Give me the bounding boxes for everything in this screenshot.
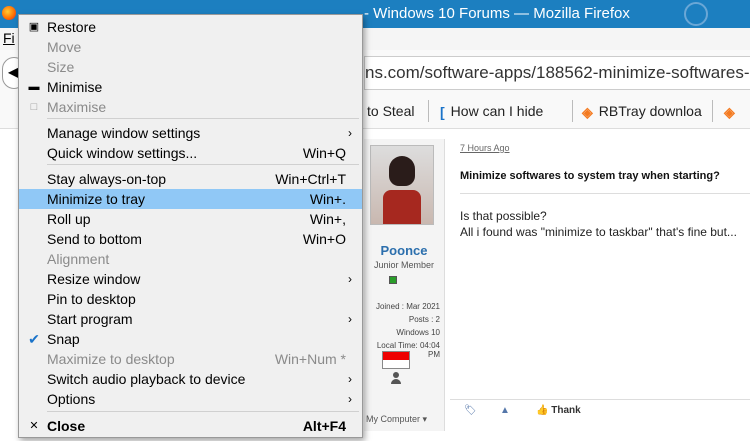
menu-item-maximise: □ Maximise bbox=[19, 97, 362, 117]
menu-item-label: Move bbox=[47, 39, 82, 55]
menu-item-switch-audio-playback-to-device[interactable]: Switch audio playback to device › bbox=[19, 369, 362, 389]
country-flag-icon bbox=[382, 351, 410, 369]
submenu-arrow-icon: › bbox=[348, 372, 352, 386]
window-title: - Windows 10 Forums — Mozilla Firefox bbox=[364, 5, 630, 22]
menu-item-maximize-to-desktop: Maximize to desktop Win+Num * bbox=[19, 349, 362, 369]
menu-item-label: Manage window settings bbox=[47, 125, 201, 141]
menu-item-start-program[interactable]: Start program › bbox=[19, 309, 362, 329]
menu-item-shortcut: Win+Ctrl+T bbox=[275, 171, 346, 187]
menu-item-label: Switch audio playback to device bbox=[47, 371, 246, 387]
menu-item-shortcut: Win+Q bbox=[302, 145, 346, 161]
menu-item-label: Quick window settings... bbox=[47, 145, 198, 161]
menu-item-minimise[interactable]: ▬ Minimise bbox=[19, 77, 362, 97]
submenu-arrow-icon: › bbox=[348, 126, 352, 140]
online-status-icon bbox=[389, 276, 397, 284]
divider bbox=[460, 193, 750, 194]
bookmark-item[interactable]: ◈ bbox=[724, 103, 741, 121]
menu-item-pin-to-desktop[interactable]: Pin to desktop bbox=[19, 289, 362, 309]
menu-item-manage-window-settings[interactable]: Manage window settings › bbox=[19, 123, 362, 143]
menu-item-move: Move bbox=[19, 37, 362, 57]
menu-item-label: Restore bbox=[47, 19, 97, 35]
user-posts: Posts : 2 bbox=[408, 315, 440, 324]
menu-item-label: Size bbox=[47, 59, 75, 75]
post-body-line: Is that possible? bbox=[460, 209, 547, 223]
tag-icon[interactable]: 🏷 bbox=[464, 405, 477, 416]
menu-item-size: Size bbox=[19, 57, 362, 77]
forum-post: Poonce Junior Member Joined : Mar 2021 P… bbox=[364, 129, 750, 441]
checkmark-icon: ✔ bbox=[28, 331, 40, 347]
divider bbox=[450, 399, 750, 400]
user-joined: Joined : Mar 2021 bbox=[375, 302, 440, 311]
bookmark-item[interactable]: to Steal bbox=[367, 103, 414, 119]
bookmark-separator bbox=[428, 100, 429, 122]
menu-item-label: Minimize to tray bbox=[47, 191, 146, 207]
menu-item-shortcut: Win+, bbox=[309, 211, 346, 227]
post-title: Minimize softwares to system tray when s… bbox=[460, 170, 720, 182]
menu-item-label: Stay always-on-top bbox=[47, 171, 167, 187]
menu-item-label: Maximize to desktop bbox=[47, 351, 175, 367]
menu-item-shortcut: Alt+F4 bbox=[302, 418, 346, 434]
sourceforge-icon: ◈ bbox=[582, 103, 593, 120]
close-icon: ✕ bbox=[29, 420, 39, 432]
menu-item-minimize-to-tray[interactable]: Minimize to tray Win+. bbox=[19, 189, 362, 209]
menu-item-close[interactable]: ✕ Close Alt+F4 bbox=[19, 416, 362, 436]
menu-item-shortcut: Win+Num * bbox=[274, 351, 346, 367]
user-os: Windows 10 bbox=[396, 328, 440, 337]
forum-logo-icon bbox=[684, 2, 708, 26]
avatar[interactable] bbox=[370, 145, 434, 225]
menu-item-label: Options bbox=[47, 391, 96, 407]
post-time[interactable]: 7 Hours Ago bbox=[460, 143, 510, 153]
menu-separator bbox=[47, 411, 359, 412]
address-bar[interactable]: ns.com/software-apps/188562-minimize-sof… bbox=[364, 56, 750, 90]
menu-item-label: Send to bottom bbox=[47, 231, 142, 247]
menu-item-label: Roll up bbox=[47, 211, 91, 227]
menu-item-stay-always-on-top[interactable]: Stay always-on-top Win+Ctrl+T bbox=[19, 169, 362, 189]
menu-item-label: Pin to desktop bbox=[47, 291, 136, 307]
menu-item-label: Close bbox=[47, 418, 86, 434]
file-menu[interactable]: Fi bbox=[3, 30, 15, 46]
bracket-icon: [ bbox=[440, 104, 445, 121]
thanks-button[interactable]: 👍 Thank bbox=[536, 405, 581, 416]
menu-item-options[interactable]: Options › bbox=[19, 389, 362, 409]
submenu-arrow-icon: › bbox=[348, 272, 352, 286]
url-text: ns.com/software-apps/188562-minimize-sof… bbox=[365, 63, 750, 82]
menu-item-restore[interactable]: ▣ Restore bbox=[19, 17, 362, 37]
bookmark-separator bbox=[572, 100, 573, 122]
menu-item-label: Alignment bbox=[47, 251, 110, 267]
menu-item-resize-window[interactable]: Resize window › bbox=[19, 269, 362, 289]
submenu-arrow-icon: › bbox=[348, 392, 352, 406]
menu-item-alignment: Alignment bbox=[19, 249, 362, 269]
bookmark-item[interactable]: ◈ RBTray downloa bbox=[582, 103, 702, 121]
sourceforge-icon: ◈ bbox=[724, 103, 735, 120]
restore-icon: ▣ bbox=[28, 21, 40, 33]
menu-item-label: Resize window bbox=[47, 271, 141, 287]
firefox-icon bbox=[2, 6, 16, 20]
my-computer-link[interactable]: My Computer ▾ bbox=[366, 414, 427, 425]
report-icon[interactable]: ▲ bbox=[500, 405, 510, 416]
menu-item-shortcut: Win+O bbox=[302, 231, 346, 247]
minimize-icon: ▬ bbox=[28, 81, 40, 93]
submenu-arrow-icon: › bbox=[348, 312, 352, 326]
menu-item-snap[interactable]: ✔ Snap bbox=[19, 329, 362, 349]
menu-item-label: Maximise bbox=[47, 99, 107, 115]
menu-item-quick-window-settings[interactable]: Quick window settings... Win+Q bbox=[19, 143, 362, 163]
menu-separator bbox=[47, 118, 359, 119]
bookmark-separator bbox=[712, 100, 713, 122]
menu-item-label: Start program bbox=[47, 311, 133, 327]
post-body-line: All i found was "minimize to taskbar" th… bbox=[460, 225, 737, 239]
thumbs-up-icon: 👍 bbox=[536, 405, 549, 416]
user-info-panel: Poonce Junior Member Joined : Mar 2021 P… bbox=[364, 139, 445, 431]
menu-separator bbox=[47, 164, 359, 165]
user-rank: Junior Member bbox=[373, 260, 435, 270]
menu-item-roll-up[interactable]: Roll up Win+, bbox=[19, 209, 362, 229]
user-profile-icon[interactable] bbox=[391, 372, 401, 384]
menu-item-label: Minimise bbox=[47, 79, 103, 95]
maximize-icon: □ bbox=[30, 101, 38, 113]
window-system-menu: ▣ Restore Move Size ▬ Minimise □ Maximise Manage… bbox=[18, 14, 363, 438]
bookmark-item[interactable]: [How can I hide bbox=[440, 103, 543, 120]
menu-item-send-to-bottom[interactable]: Send to bottom Win+O bbox=[19, 229, 362, 249]
username[interactable]: Poonce bbox=[364, 243, 444, 258]
menu-item-label: Snap bbox=[47, 331, 80, 347]
menu-item-shortcut: Win+. bbox=[309, 191, 346, 207]
